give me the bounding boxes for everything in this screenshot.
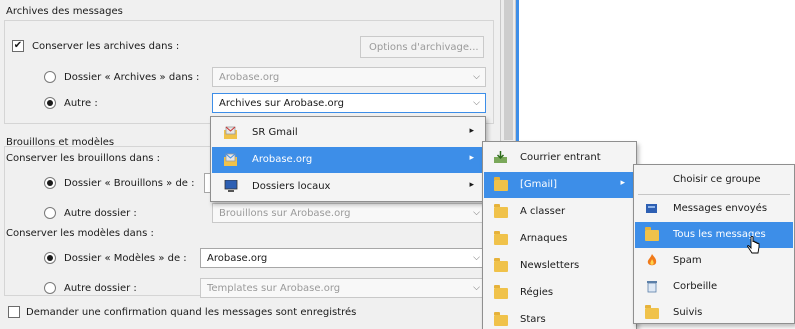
submenu-arrow-icon: ▸ — [469, 126, 474, 136]
trash-icon — [645, 280, 659, 293]
menu-item-stars[interactable]: Stars — [484, 307, 635, 329]
folder-icon — [645, 305, 659, 319]
computer-icon — [224, 179, 238, 193]
menu-item-trash[interactable]: Corbeille — [635, 274, 793, 300]
archives-folder-value: Arobase.org — [219, 72, 280, 83]
menu-item-all-mail[interactable]: Tous les messages — [635, 222, 793, 248]
chevron-down-icon: ⌵ — [473, 98, 480, 108]
window-accent-edge — [516, 0, 519, 150]
templates-other-label: Autre dossier : — [64, 283, 137, 294]
menu-item-label: Stars — [520, 314, 546, 325]
menu-item-label: Suivis — [673, 307, 703, 318]
templates-other-value: Templates sur Arobase.org — [207, 283, 341, 294]
folder-icon — [494, 258, 508, 272]
chevron-down-icon: ⌵ — [473, 208, 480, 218]
drafts-legend: Brouillons et modèles — [6, 137, 115, 148]
submenu-arrow-icon: ▸ — [469, 153, 474, 163]
templates-folder-label: Dossier « Modèles » de : — [64, 253, 187, 264]
folder-icon — [494, 312, 508, 326]
menu-item-label: Spam — [673, 255, 702, 266]
templates-folder-radio[interactable] — [44, 252, 56, 264]
keep-archives-checkbox[interactable]: ✔ — [12, 40, 24, 52]
menu-item-label: Dossiers locaux — [252, 181, 331, 192]
chevron-down-icon: ⌵ — [473, 253, 480, 263]
spam-flame-icon — [645, 254, 659, 267]
arobase-folders-menu: Courrier entrant [Gmail] ▸ A classer Arn… — [482, 141, 637, 329]
submenu-arrow-icon: ▸ — [469, 180, 474, 190]
menu-item-sr-gmail[interactable]: SR Gmail ▸ — [212, 120, 484, 146]
menu-item-sent[interactable]: Messages envoyés — [635, 196, 793, 222]
archives-other-select[interactable]: Archives sur Arobase.org ⌵ — [212, 93, 486, 113]
drafts-other-value: Brouillons sur Arobase.org — [219, 208, 351, 219]
mail-account-icon — [224, 126, 238, 139]
submenu-arrow-icon: ▸ — [620, 178, 625, 188]
chevron-down-icon: ⌵ — [473, 72, 480, 82]
drafts-folder-radio[interactable] — [44, 177, 56, 189]
folder-icon — [494, 204, 508, 218]
keep-templates-label: Conserver les modèles dans : — [6, 228, 154, 239]
archives-other-value: Archives sur Arobase.org — [219, 98, 344, 109]
templates-other-radio[interactable] — [44, 282, 56, 294]
menu-item-label: A classer — [520, 206, 566, 217]
menu-item-label: [Gmail] — [520, 179, 557, 190]
sent-icon — [645, 202, 659, 215]
menu-item-label: Corbeille — [673, 281, 718, 292]
menu-item-label: Arnaques — [520, 233, 568, 244]
menu-item-arobase[interactable]: Arobase.org ▸ — [212, 147, 484, 173]
drafts-other-select[interactable]: Brouillons sur Arobase.org ⌵ — [212, 203, 486, 223]
archives-folder-label: Dossier « Archives » dans : — [64, 72, 200, 83]
menu-item-arnaques[interactable]: Arnaques — [484, 226, 635, 252]
drafts-other-label: Autre dossier : — [64, 208, 137, 219]
confirm-save-label: Demander une confirmation quand les mess… — [26, 307, 357, 318]
accounts-menu: SR Gmail ▸ Arobase.org ▸ Dossiers locaux… — [210, 116, 486, 202]
hand-cursor-icon — [747, 235, 761, 258]
folder-icon — [645, 227, 659, 241]
menu-item-inbox[interactable]: Courrier entrant — [484, 145, 635, 171]
menu-item-choose-group[interactable]: Choisir ce groupe — [635, 167, 793, 193]
templates-other-select[interactable]: Templates sur Arobase.org ⌵ — [200, 278, 486, 298]
inbox-icon — [494, 151, 508, 164]
mail-account-icon — [224, 153, 238, 166]
archives-other-label: Autre : — [64, 98, 98, 109]
menu-item-spam[interactable]: Spam — [635, 248, 793, 274]
menu-item-suivis[interactable]: Suivis — [635, 300, 793, 326]
templates-folder-select[interactable]: Arobase.org ⌵ — [200, 248, 486, 268]
chevron-down-icon: ⌵ — [473, 283, 480, 293]
archives-folder-select[interactable]: Arobase.org ⌵ — [212, 67, 486, 87]
menu-item-label: Arobase.org — [252, 154, 313, 165]
gmail-subfolders-menu: Choisir ce groupe Messages envoyés Tous … — [633, 164, 795, 324]
archive-options-button[interactable]: Options d'archivage... — [360, 36, 484, 58]
scrollbar-thumb[interactable] — [504, 0, 513, 140]
archives-other-radio[interactable] — [44, 97, 56, 109]
drafts-other-radio[interactable] — [44, 207, 56, 219]
menu-item-gmail-folder[interactable]: [Gmail] ▸ — [484, 172, 635, 198]
folder-icon — [494, 231, 508, 245]
menu-item-regies[interactable]: Régies — [484, 280, 635, 306]
archives-folder-radio[interactable] — [44, 71, 56, 83]
drafts-folder-label: Dossier « Brouillons » de : — [64, 178, 195, 189]
folder-icon — [494, 285, 508, 299]
folder-icon — [494, 177, 508, 191]
keep-drafts-label: Conserver les brouillons dans : — [6, 153, 161, 164]
templates-folder-value: Arobase.org — [207, 253, 268, 264]
menu-item-label: Newsletters — [520, 260, 580, 271]
keep-archives-label: Conserver les archives dans : — [32, 41, 180, 52]
menu-item-label: Régies — [520, 287, 554, 298]
menu-item-newsletters[interactable]: Newsletters — [484, 253, 635, 279]
menu-item-label: Messages envoyés — [673, 203, 768, 214]
menu-item-label: Courrier entrant — [520, 152, 601, 163]
menu-item-a-classer[interactable]: A classer — [484, 199, 635, 225]
menu-item-label: Choisir ce groupe — [673, 174, 761, 185]
menu-item-label: SR Gmail — [252, 127, 298, 138]
menu-item-local-folders[interactable]: Dossiers locaux ▸ — [212, 174, 484, 200]
menu-separator — [638, 194, 790, 195]
confirm-save-checkbox[interactable] — [8, 306, 20, 318]
archives-legend: Archives des messages — [6, 6, 123, 17]
